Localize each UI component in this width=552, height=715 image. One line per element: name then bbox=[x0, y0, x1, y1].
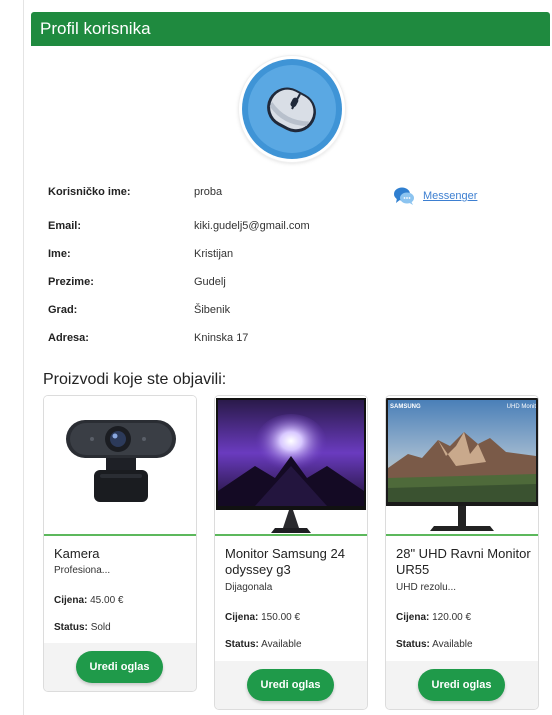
product-price: Cijena: 45.00 € bbox=[54, 595, 124, 606]
webcam-image bbox=[44, 396, 196, 534]
price-value: 150.00 € bbox=[261, 612, 301, 623]
product-image bbox=[44, 396, 196, 536]
status-value: Available bbox=[432, 639, 473, 650]
badge-text: UHD Monit bbox=[507, 404, 537, 410]
product-image bbox=[215, 396, 367, 536]
edit-listing-button[interactable]: Uredi oglas bbox=[76, 651, 163, 683]
gaming-monitor-image bbox=[215, 396, 367, 534]
page-title: Profil korisnika bbox=[40, 19, 151, 38]
status-value: Sold bbox=[90, 622, 111, 633]
product-desc: UHD rezolu... bbox=[396, 582, 457, 593]
product-name: 28" UHD Ravni Monitor UR55 bbox=[396, 546, 531, 577]
status-label: Status: bbox=[225, 639, 259, 650]
field-label: Email: bbox=[48, 220, 82, 232]
card-footer: Uredi oglas bbox=[215, 661, 367, 709]
status-label: Status: bbox=[54, 622, 88, 633]
edit-listing-button[interactable]: Uredi oglas bbox=[247, 669, 334, 701]
status-value: Available bbox=[261, 639, 302, 650]
field-value: kiki.gudelj5@gmail.com bbox=[194, 220, 310, 232]
product-status: Status: Sold bbox=[54, 622, 111, 633]
computer-mouse-icon bbox=[242, 59, 342, 159]
field-label: Korisničko ime: bbox=[48, 186, 131, 198]
messenger-label: Messenger bbox=[423, 190, 478, 202]
product-card: Monitor Samsung 24 odyssey g3 Dijagonala… bbox=[214, 395, 368, 710]
edit-listing-button[interactable]: Uredi oglas bbox=[418, 669, 505, 701]
product-card: SAMSUNG UHD Monit 28" UHD Ravni Monitor … bbox=[385, 395, 539, 710]
product-name: Kamera bbox=[54, 546, 100, 561]
price-label: Cijena: bbox=[396, 612, 430, 623]
product-price: Cijena: 150.00 € bbox=[225, 612, 300, 623]
field-label: Grad: bbox=[48, 304, 78, 316]
profile-header: Profil korisnika bbox=[31, 12, 550, 46]
product-name: Monitor Samsung 24 odyssey g3 bbox=[225, 546, 345, 577]
product-status: Status: Available bbox=[396, 639, 473, 650]
uhd-monitor-image: SAMSUNG UHD Monit bbox=[386, 396, 538, 534]
card-footer: Uredi oglas bbox=[44, 643, 196, 691]
field-value: Šibenik bbox=[194, 304, 231, 316]
messenger-chat-icon bbox=[394, 187, 414, 205]
brand-text: SAMSUNG bbox=[390, 404, 421, 410]
product-card: Kamera Profesiona... Cijena: 45.00 € Sta… bbox=[43, 395, 197, 692]
product-status: Status: Available bbox=[225, 639, 302, 650]
price-value: 45.00 € bbox=[90, 595, 124, 606]
field-label: Prezime: bbox=[48, 276, 94, 288]
field-label: Ime: bbox=[48, 248, 71, 260]
price-label: Cijena: bbox=[225, 612, 259, 623]
field-value: proba bbox=[194, 186, 223, 198]
products-section-title: Proizvodi koje ste objavili: bbox=[43, 371, 227, 388]
field-value: Kristijan bbox=[194, 248, 234, 260]
left-border bbox=[23, 0, 24, 715]
product-image: SAMSUNG UHD Monit bbox=[386, 396, 538, 536]
price-label: Cijena: bbox=[54, 595, 88, 606]
messenger-link[interactable]: Messenger bbox=[393, 185, 477, 207]
product-price: Cijena: 120.00 € bbox=[396, 612, 471, 623]
field-value: Gudelj bbox=[194, 276, 226, 288]
card-footer: Uredi oglas bbox=[386, 661, 538, 709]
field-label: Adresa: bbox=[48, 332, 89, 344]
avatar bbox=[239, 56, 345, 162]
field-value: Kninska 17 bbox=[194, 332, 249, 344]
price-value: 120.00 € bbox=[432, 612, 472, 623]
product-desc: Dijagonala bbox=[225, 582, 273, 593]
product-desc: Profesiona... bbox=[54, 565, 111, 576]
status-label: Status: bbox=[396, 639, 430, 650]
